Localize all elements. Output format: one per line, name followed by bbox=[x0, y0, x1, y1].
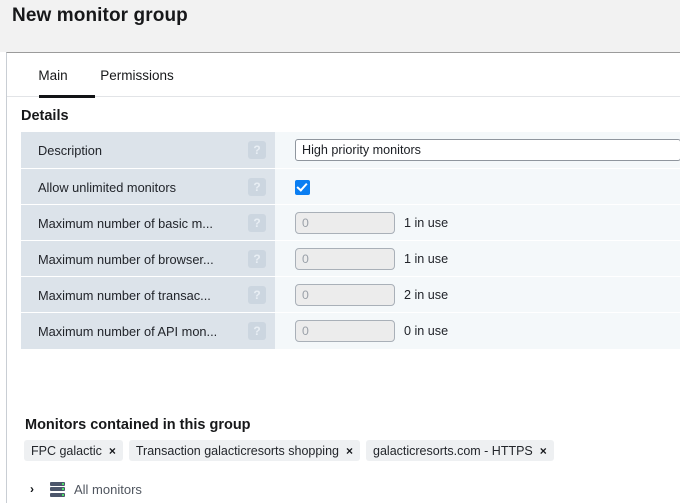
tab-main-label: Main bbox=[38, 67, 68, 83]
row-label: Maximum number of basic m... bbox=[38, 215, 213, 231]
max-api-monitors-input[interactable] bbox=[295, 320, 395, 342]
tab-bar: Main Permissions bbox=[7, 53, 680, 98]
server-stack-icon bbox=[50, 481, 65, 497]
max-transaction-monitors-input[interactable] bbox=[295, 284, 395, 306]
row-value-cell bbox=[275, 132, 680, 168]
question-mark-icon[interactable]: ? bbox=[248, 214, 266, 232]
row-label-cell: Maximum number of API mon... ? bbox=[21, 313, 275, 349]
monitor-chip-label: galacticresorts.com - HTTPS bbox=[373, 443, 533, 458]
row-value-cell: 1 in use bbox=[275, 205, 680, 241]
row-label-cell: Maximum number of browser... ? bbox=[21, 241, 275, 277]
chevron-right-icon[interactable]: › bbox=[26, 483, 38, 495]
details-section-title: Details bbox=[21, 108, 69, 124]
monitor-chip[interactable]: galacticresorts.com - HTTPS × bbox=[366, 440, 554, 461]
monitor-chip-label: Transaction galacticresorts shopping bbox=[135, 443, 339, 458]
monitor-group-tree: › All monitors › Monitors A › Monitors B bbox=[7, 476, 680, 503]
row-label: Maximum number of browser... bbox=[38, 251, 214, 267]
question-mark-icon[interactable]: ? bbox=[248, 250, 266, 268]
table-row: Maximum number of transac... ? 2 in use bbox=[21, 276, 680, 313]
question-mark-icon[interactable]: ? bbox=[248, 141, 266, 159]
close-icon[interactable]: × bbox=[540, 445, 547, 457]
content-panel: Main Permissions Details Description ? H… bbox=[6, 52, 680, 503]
tab-main[interactable]: Main bbox=[21, 53, 95, 98]
details-table: Description ? Allow unlimited monitors ? bbox=[21, 132, 680, 349]
table-row: Description ? bbox=[21, 132, 680, 168]
monitors-section-title: Monitors contained in this group bbox=[25, 417, 251, 433]
table-row: Maximum number of API mon... ? 0 in use bbox=[21, 312, 680, 349]
in-use-label: 2 in use bbox=[404, 288, 449, 302]
tab-permissions[interactable]: Permissions bbox=[85, 53, 189, 97]
monitor-chip[interactable]: Transaction galacticresorts shopping × bbox=[128, 440, 361, 461]
dialog-header: New monitor group bbox=[0, 0, 680, 52]
allow-unlimited-monitors-checkbox[interactable] bbox=[295, 179, 310, 195]
in-use-label: 1 in use bbox=[404, 216, 449, 230]
table-row: Maximum number of browser... ? 1 in use bbox=[21, 240, 680, 277]
row-label-cell: Description ? bbox=[21, 132, 275, 168]
row-label: Description bbox=[38, 142, 103, 158]
tree-item-label: All monitors bbox=[74, 481, 142, 497]
table-row: Allow unlimited monitors ? bbox=[21, 168, 680, 205]
row-label: Maximum number of API mon... bbox=[38, 323, 218, 339]
new-monitor-group-dialog: New monitor group Main Permissions Detai… bbox=[0, 0, 680, 503]
max-basic-monitors-input[interactable] bbox=[295, 212, 395, 234]
tab-permissions-label: Permissions bbox=[100, 67, 174, 83]
monitor-chip[interactable]: FPC galactic × bbox=[24, 440, 123, 461]
row-value-cell: 0 in use bbox=[275, 313, 680, 349]
question-mark-icon[interactable]: ? bbox=[248, 178, 266, 196]
row-value-cell: 1 in use bbox=[275, 241, 680, 277]
row-label-cell: Maximum number of transac... ? bbox=[21, 277, 275, 313]
row-label-cell: Allow unlimited monitors ? bbox=[21, 169, 275, 205]
row-value-cell: 2 in use bbox=[275, 277, 680, 313]
close-icon[interactable]: × bbox=[346, 445, 353, 457]
in-use-label: 1 in use bbox=[404, 252, 449, 266]
close-icon[interactable]: × bbox=[109, 445, 116, 457]
page-title: New monitor group bbox=[12, 5, 188, 26]
question-mark-icon[interactable]: ? bbox=[248, 322, 266, 340]
row-value-cell bbox=[275, 169, 680, 205]
row-label: Allow unlimited monitors bbox=[38, 179, 176, 195]
row-label: Maximum number of transac... bbox=[38, 287, 211, 303]
row-label-cell: Maximum number of basic m... ? bbox=[21, 205, 275, 241]
max-browser-monitors-input[interactable] bbox=[295, 248, 395, 270]
in-use-label: 0 in use bbox=[404, 324, 449, 338]
tree-item-all-monitors[interactable]: › All monitors bbox=[7, 476, 680, 502]
description-input[interactable] bbox=[295, 139, 680, 161]
question-mark-icon[interactable]: ? bbox=[248, 286, 266, 304]
selected-monitors-chips: FPC galactic × Transaction galacticresor… bbox=[24, 440, 554, 461]
table-row: Maximum number of basic m... ? 1 in use bbox=[21, 204, 680, 241]
monitor-chip-label: FPC galactic bbox=[31, 443, 102, 458]
